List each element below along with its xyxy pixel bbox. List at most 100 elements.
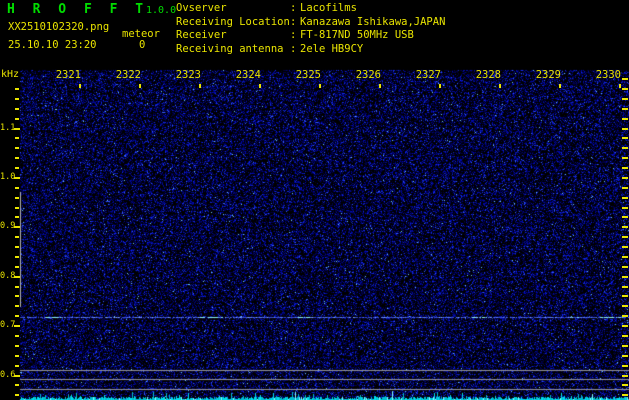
y-tick-mark-right	[622, 177, 628, 179]
y-tick-label: 0.9	[0, 221, 16, 231]
station-info-row: Receiving Location: Kanazawa Ishikawa,JAP…	[176, 16, 445, 30]
x-tick-label: 2330	[595, 69, 621, 81]
station-info-row: Receiver: FT-817ND 50MHz USB	[176, 29, 445, 43]
x-tick-mark	[259, 84, 261, 88]
y-tick-mark-right	[622, 108, 628, 110]
y-tick-mark	[15, 118, 19, 120]
y-tick-mark	[15, 98, 19, 100]
y-tick-mark	[15, 88, 19, 90]
y-tick-mark	[15, 256, 19, 258]
x-tick-label: 2326	[355, 69, 381, 81]
y-tick-mark	[15, 207, 19, 209]
y-tick-mark-right	[622, 295, 628, 297]
info-label: Receiving antenna	[176, 43, 284, 56]
y-tick-mark-right	[622, 335, 628, 337]
y-tick-mark-right	[622, 375, 628, 377]
x-tick-mark	[619, 84, 621, 88]
y-tick-mark	[15, 236, 19, 238]
y-tick-mark-right	[622, 394, 628, 396]
station-info-block: Ovserver: Lacofilms Receiving Location: Kan…	[176, 2, 445, 57]
y-tick-mark-right	[622, 345, 628, 347]
y-tick-mark-right	[622, 315, 628, 317]
y-tick-mark-right	[622, 384, 628, 386]
y-tick-mark	[15, 355, 19, 357]
x-tick-label: 2323	[175, 69, 201, 81]
y-tick-mark	[15, 286, 19, 288]
y-tick-mark-right	[622, 305, 628, 307]
y-tick-mark-right	[622, 98, 628, 100]
info-separator: :	[290, 15, 297, 28]
y-tick-mark	[15, 345, 19, 347]
x-tick-mark	[319, 84, 321, 88]
info-value: FT-817ND 50MHz USB	[300, 29, 414, 42]
y-tick-mark	[15, 365, 19, 367]
datetime-stamp: 25.10.10 23:20	[8, 39, 97, 51]
y-tick-mark	[15, 216, 19, 218]
station-info-row: Receiving antenna:2ele HB9CY	[176, 43, 445, 57]
x-tick-label: 2324	[235, 69, 261, 81]
x-tick-mark	[139, 84, 141, 88]
y-tick-mark	[15, 197, 19, 199]
y-tick-label: 0.6	[0, 370, 16, 380]
y-tick-mark	[15, 305, 19, 307]
info-label: Receiving Location	[176, 15, 290, 28]
x-tick-mark	[79, 84, 81, 88]
x-tick-mark	[559, 84, 561, 88]
x-tick-mark	[199, 84, 201, 88]
y-tick-mark-right	[622, 355, 628, 357]
y-tick-mark-right	[622, 325, 628, 327]
info-separator: :	[290, 29, 297, 42]
x-tick-label: 2329	[535, 69, 561, 81]
y-tick-mark	[15, 187, 19, 189]
info-value: 2ele HB9CY	[300, 43, 364, 56]
y-tick-mark-right	[622, 137, 628, 139]
y-tick-label: 1.1	[0, 123, 16, 133]
info-value: Kanazawa Ishikawa,JAPAN	[300, 15, 446, 28]
meteor-counter-value: 0	[139, 39, 146, 51]
hrofft-screen: H R O F F T 1.0.0 XX2510102320.png meteo…	[0, 0, 629, 400]
x-tick-mark	[499, 84, 501, 88]
info-value: Lacofilms	[300, 2, 357, 14]
x-tick-label: 2321	[55, 69, 81, 81]
y-tick-mark	[15, 246, 19, 248]
x-tick-mark	[439, 84, 441, 88]
y-tick-mark	[15, 108, 19, 110]
y-tick-label: 0.8	[0, 271, 16, 281]
y-tick-mark-right	[622, 276, 628, 278]
y-tick-mark	[15, 295, 19, 297]
y-tick-label: 1.0	[0, 172, 16, 182]
info-separator: :	[290, 43, 297, 56]
y-tick-mark	[15, 167, 19, 169]
info-separator: :	[290, 2, 297, 14]
station-info-row: Ovserver: Lacofilms	[176, 2, 445, 16]
app-title: H R O F F T	[7, 2, 149, 17]
y-tick-mark-right	[622, 197, 628, 199]
y-tick-mark	[15, 394, 19, 396]
y-tick-mark-right	[622, 365, 628, 367]
spectrogram-canvas	[0, 0, 629, 400]
info-label: Receiver	[176, 29, 227, 42]
y-tick-mark-right	[622, 226, 628, 228]
y-tick-mark-right	[622, 286, 628, 288]
y-tick-mark-right	[622, 266, 628, 268]
app-version: 1.0.0	[146, 5, 177, 16]
y-tick-mark	[15, 315, 19, 317]
y-tick-mark	[15, 384, 19, 386]
y-tick-mark-right	[622, 187, 628, 189]
y-tick-mark-right	[622, 236, 628, 238]
x-tick-label: 2322	[115, 69, 141, 81]
y-tick-mark-right	[622, 207, 628, 209]
y-tick-mark	[15, 335, 19, 337]
y-tick-label: 0.7	[0, 320, 16, 330]
y-tick-mark-right	[622, 157, 628, 159]
x-tick-mark	[379, 84, 381, 88]
y-tick-mark-right	[622, 167, 628, 169]
y-tick-mark-right	[622, 118, 628, 120]
output-filename: XX2510102320.png	[8, 21, 110, 33]
y-tick-mark-right	[622, 88, 628, 90]
x-tick-label: 2327	[415, 69, 441, 81]
y-tick-mark-right	[622, 147, 628, 149]
y-tick-mark-right	[622, 216, 628, 218]
x-tick-label: 2328	[475, 69, 501, 81]
x-tick-label: 2325	[295, 69, 321, 81]
